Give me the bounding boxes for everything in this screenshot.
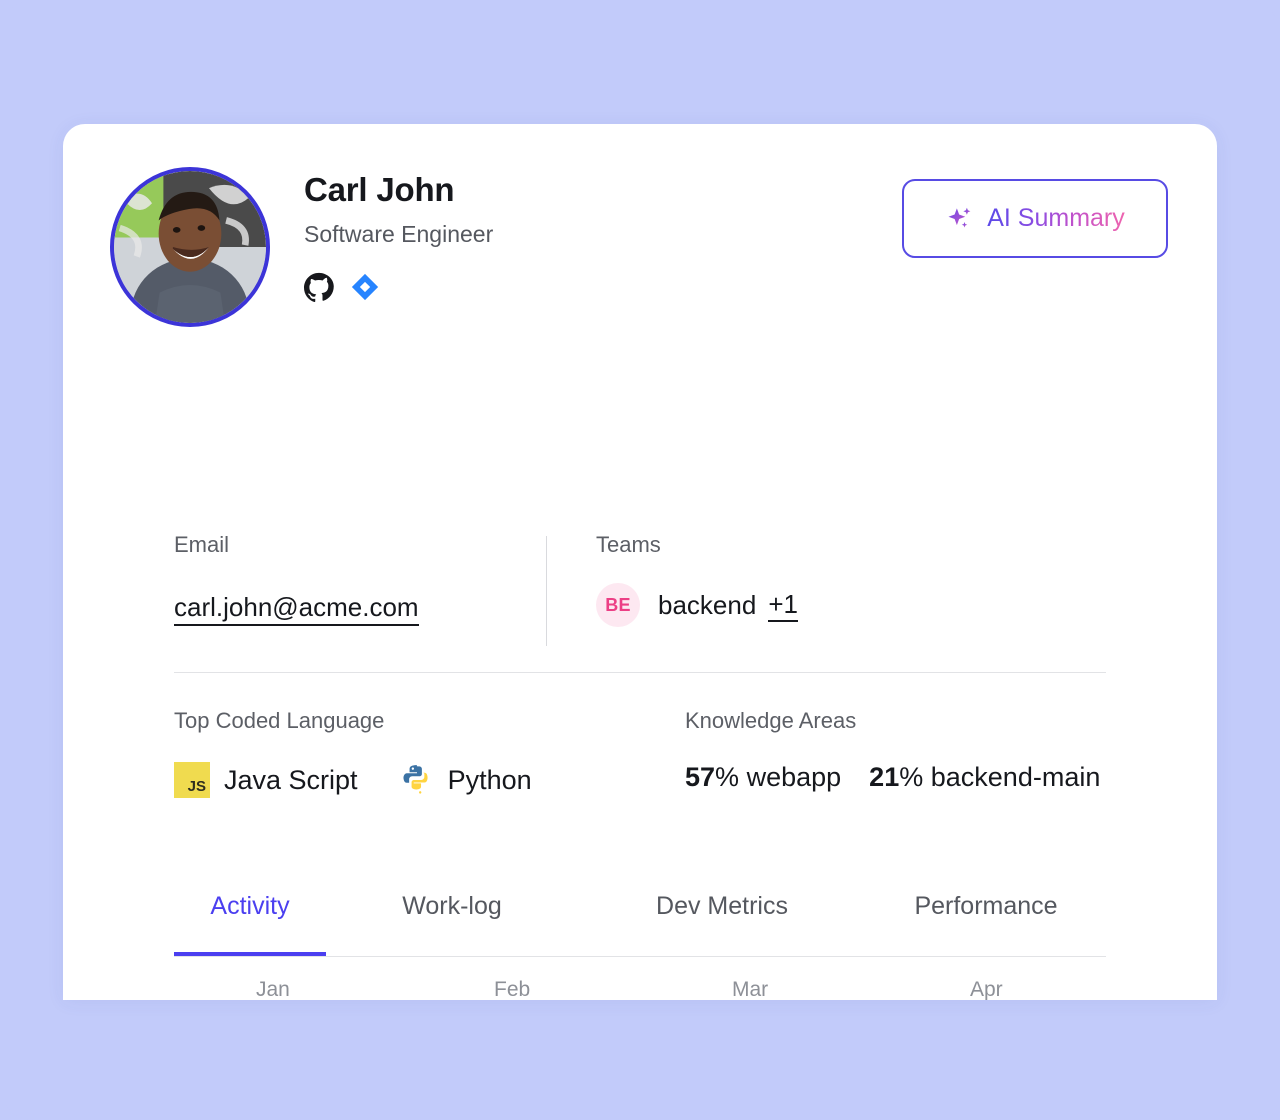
heatmap-month-label: Mar <box>732 978 769 1000</box>
knowledge-areas-label: Knowledge Areas <box>685 708 857 733</box>
team-more-link[interactable]: +1 <box>768 589 798 622</box>
heatmap-month-label: Jan <box>256 978 290 1000</box>
avatar <box>110 167 270 327</box>
email-block: Email carl.john@acme.com <box>174 534 514 626</box>
tab-label: Activity <box>210 892 290 920</box>
tab-performance[interactable]: Performance <box>866 884 1106 956</box>
team-name: backend <box>658 589 757 620</box>
top-coded-language-label: Top Coded Language <box>174 708 385 733</box>
language-name: Python <box>447 764 532 795</box>
identity-block: Carl John Software Engineer <box>304 171 494 302</box>
email-value[interactable]: carl.john@acme.com <box>174 591 419 626</box>
tab-strip: Activity Work-log Dev Metrics Performance <box>174 884 1106 956</box>
ai-summary-button[interactable]: AI Summary <box>902 179 1168 258</box>
tab-work-log[interactable]: Work-log <box>326 884 578 956</box>
knowledge-area-name: webapp <box>746 762 842 792</box>
knowledge-area-unit: % <box>715 762 740 792</box>
sparkle-icon <box>945 204 975 234</box>
skills-row: Top Coded Language JS Java Script Python… <box>174 710 1170 820</box>
knowledge-area-name: backend-main <box>930 762 1101 792</box>
page-background: Carl John Software Engineer AI Summary E… <box>0 0 1280 1120</box>
avatar-photo <box>114 171 266 323</box>
card-header: Carl John Software Engineer AI Summary <box>110 167 1170 357</box>
knowledge-area-item: 21% backend-main <box>869 762 1100 793</box>
tab-activity[interactable]: Activity <box>174 884 326 956</box>
tab-label: Dev Metrics <box>656 892 788 920</box>
tab-label: Performance <box>914 892 1058 920</box>
activity-heatmap: JanFebMarApr MonWed <box>174 979 1174 1000</box>
contact-info-row: Email carl.john@acme.com Teams BE backen… <box>174 534 1170 652</box>
teams-value-row: BE backend +1 <box>596 583 798 627</box>
knowledge-area-unit: % <box>899 762 924 792</box>
knowledge-area-list: 57% webapp 21% backend-main <box>685 762 1100 793</box>
page-title: Carl John <box>304 171 455 208</box>
person-role: Software Engineer <box>304 221 494 248</box>
profile-card: Carl John Software Engineer AI Summary E… <box>63 124 1217 1000</box>
email-label: Email <box>174 532 230 557</box>
jira-icon[interactable] <box>350 272 380 302</box>
tab-dev-metrics[interactable]: Dev Metrics <box>578 884 866 956</box>
knowledge-area-percent: 57 <box>685 762 716 792</box>
top-coded-language-block: Top Coded Language JS Java Script Python <box>174 710 532 798</box>
tab-label: Work-log <box>402 892 502 920</box>
team-badge: BE <box>596 583 640 627</box>
section-divider <box>174 672 1106 673</box>
python-icon <box>400 763 434 797</box>
social-links <box>304 272 493 302</box>
knowledge-areas-block: Knowledge Areas 57% webapp 21% backend-m… <box>685 710 1100 793</box>
teams-block: Teams BE backend +1 <box>596 534 798 627</box>
knowledge-area-percent: 21 <box>869 762 900 792</box>
tab-bar: Activity Work-log Dev Metrics Performance <box>174 884 1106 957</box>
language-item-javascript[interactable]: JS Java Script <box>174 762 358 798</box>
language-name: Java Script <box>224 764 358 795</box>
heatmap-month-label: Apr <box>970 978 1003 1000</box>
knowledge-area-item: 57% webapp <box>685 762 841 793</box>
heatmap-month-label: Feb <box>494 978 531 1000</box>
ai-summary-label: AI Summary <box>987 204 1125 232</box>
github-icon[interactable] <box>304 272 334 302</box>
vertical-divider <box>546 536 547 646</box>
language-item-python[interactable]: Python <box>400 763 532 797</box>
teams-label: Teams <box>596 532 661 557</box>
javascript-icon: JS <box>174 762 210 798</box>
heatmap-month-labels: Jan Feb Mar Apr <box>174 979 1174 1000</box>
language-list: JS Java Script Python <box>174 762 532 798</box>
